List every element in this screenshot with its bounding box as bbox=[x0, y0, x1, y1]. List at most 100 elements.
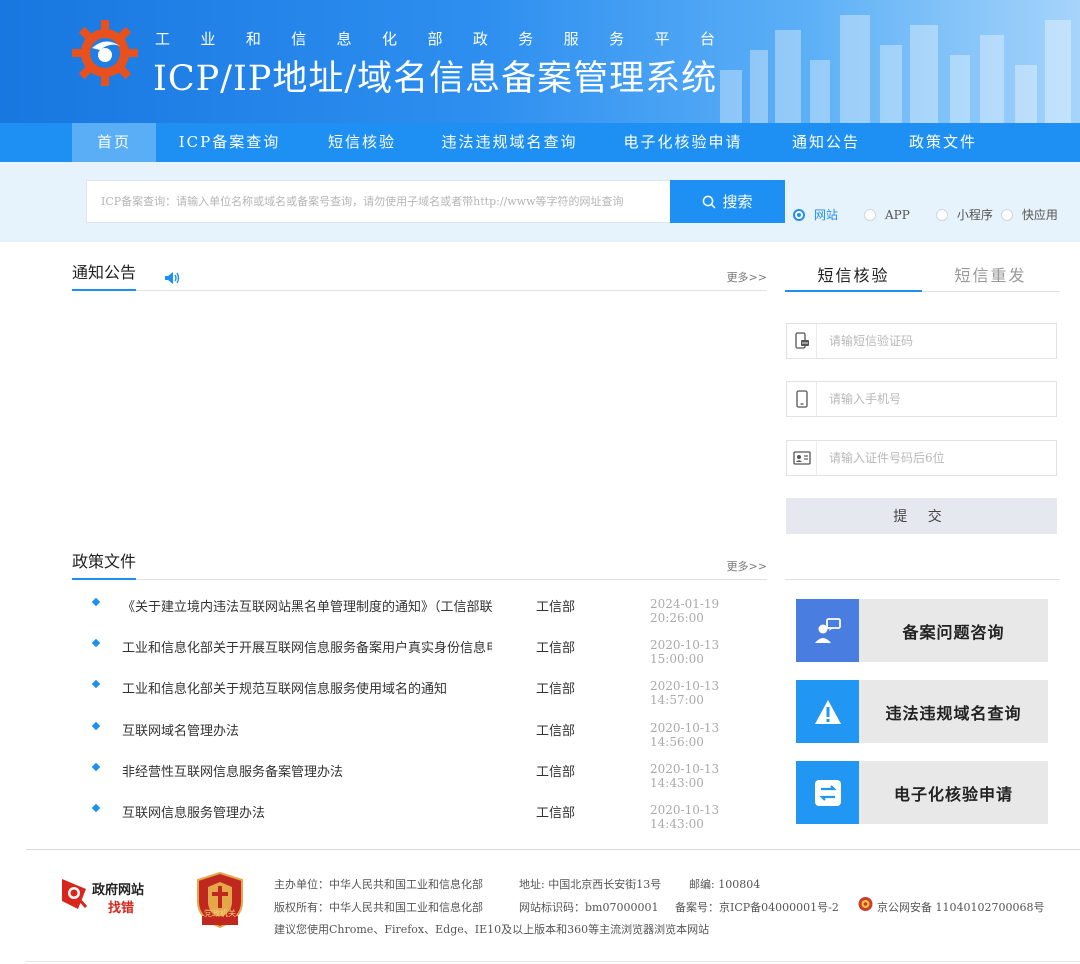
police-emblem-icon bbox=[858, 897, 873, 911]
nav-notices[interactable]: 通知公告 bbox=[782, 123, 870, 162]
phone-field bbox=[786, 381, 1057, 417]
footer-address: 地址: 中国北京西长安街13号 bbox=[519, 878, 662, 891]
subtitle-char: 工 bbox=[155, 30, 171, 48]
policy-more-link[interactable]: 更多>> bbox=[727, 558, 767, 574]
search-type-radios: 网站 APP 小程序 快应用 bbox=[793, 206, 1066, 223]
footer-postcode: 邮编: 100804 bbox=[689, 878, 761, 891]
diamond-bullet-icon bbox=[91, 803, 101, 813]
quick-link-illegal-domain[interactable]: 违法违规域名查询 bbox=[796, 680, 1048, 743]
party-gov-badge-icon[interactable] bbox=[196, 872, 244, 928]
radio-dot-icon bbox=[864, 208, 877, 221]
phone-input[interactable] bbox=[817, 382, 1056, 416]
header-subtitle: 工业和信息化部政务服务平台 bbox=[155, 28, 715, 49]
policy-dept: 工信部 bbox=[536, 682, 576, 698]
sms-code-icon bbox=[787, 324, 817, 358]
radio-dot-icon bbox=[1000, 208, 1013, 221]
policy-row: 非经营性互联网信息服务备案管理办法 工信部 2020-10-13 14:43:0… bbox=[72, 749, 767, 790]
policy-row: 互联网域名管理办法 工信部 2020-10-13 14:56:00 bbox=[72, 708, 767, 749]
quick-link-consult-label: 备案问题咨询 bbox=[902, 622, 1005, 642]
search-button-label: 搜索 bbox=[722, 193, 753, 211]
sms-code-input[interactable] bbox=[817, 324, 1056, 358]
sms-code-field bbox=[786, 323, 1057, 359]
radio-mini-program[interactable]: 小程序 bbox=[935, 206, 993, 223]
submit-button[interactable]: 提 交 bbox=[786, 498, 1057, 534]
consult-icon bbox=[796, 599, 859, 662]
policy-date: 2020-10-13 14:57:00 bbox=[650, 679, 720, 708]
search-button[interactable]: 搜索 bbox=[670, 180, 785, 223]
diamond-bullet-icon bbox=[91, 638, 101, 648]
policy-title-link[interactable]: 工业和信息化部关于规范互联网信息服务使用域名的通知 bbox=[122, 678, 492, 697]
policy-title-link[interactable]: 互联网域名管理办法 bbox=[122, 720, 492, 739]
notice-section-title: 通知公告 bbox=[72, 259, 137, 291]
nav-home[interactable]: 首页 bbox=[72, 123, 156, 162]
footer-host: 主办单位：中华人民共和国工业和信息化部 bbox=[274, 878, 483, 891]
id-number-input[interactable] bbox=[817, 441, 1056, 475]
speaker-icon bbox=[165, 272, 180, 284]
footer-browser-tip: 建议您使用Chrome、Firefox、Edge、IE10及以上版本和360等主… bbox=[274, 923, 710, 936]
subtitle-char: 务 bbox=[609, 30, 625, 48]
diamond-bullet-icon bbox=[91, 721, 101, 730]
radio-app[interactable]: APP bbox=[864, 208, 910, 222]
radio-quick-app[interactable]: 快应用 bbox=[1000, 206, 1058, 223]
search-band: 搜索 网站 APP 小程序 快应用 bbox=[0, 162, 1080, 242]
subtitle-char: 平 bbox=[654, 30, 670, 48]
quick-link-e-verify-label: 电子化核验申请 bbox=[893, 784, 1013, 804]
radio-dot-icon bbox=[793, 208, 805, 221]
notice-more-link[interactable]: 更多>> bbox=[727, 269, 767, 285]
party-gov-badge-label: 党政机关 bbox=[204, 909, 236, 918]
quick-link-illegal-domain-label: 违法违规域名查询 bbox=[885, 703, 1022, 723]
policy-dept: 工信部 bbox=[536, 723, 576, 739]
diamond-bullet-icon bbox=[91, 762, 101, 771]
nav-policy[interactable]: 政策文件 bbox=[899, 123, 987, 162]
nav-e-verify-apply[interactable]: 电子化核验申请 bbox=[618, 123, 748, 162]
id-card-icon bbox=[787, 441, 817, 475]
policy-title-link[interactable]: 《关于建立境内违法互联网站黑名单管理制度的通知》（工信部联 bbox=[122, 596, 492, 615]
radio-mini-program-label: 小程序 bbox=[956, 208, 993, 222]
policy-row: 工业和信息化部关于开展互联网信息服务备案用户真实身份信息电 工信部 2020-1… bbox=[72, 625, 767, 666]
radio-app-label: APP bbox=[885, 207, 910, 222]
policy-date: 2020-10-13 14:43:00 bbox=[650, 802, 720, 831]
policy-row: 《关于建立境内违法互联网站黑名单管理制度的通知》（工信部联 工信部 2024-0… bbox=[72, 584, 767, 625]
search-box bbox=[86, 180, 671, 223]
subtitle-char: 息 bbox=[336, 30, 352, 48]
footer-police-link[interactable]: 京公网安备 11040102700068号 bbox=[877, 899, 1044, 915]
radio-dot-icon bbox=[935, 208, 948, 221]
policy-date: 2020-10-13 15:00:00 bbox=[650, 638, 720, 667]
warning-icon bbox=[796, 680, 859, 743]
header-banner: 工 业 和 信 息 化 部 政 务 服 务 平 台 ICP/IP地址/域名信息备案管理系统 bbox=[0, 0, 1080, 123]
tab-sms-resend[interactable]: 短信重发 bbox=[922, 262, 1059, 292]
footer-icp-link[interactable]: 备案号：京ICP备04000001号-2 bbox=[675, 899, 839, 915]
quick-link-e-verify[interactable]: 电子化核验申请 bbox=[796, 761, 1048, 824]
system-title: ICP/IP地址/域名信息备案管理系统 bbox=[153, 59, 718, 99]
policy-date: 2020-10-13 14:56:00 bbox=[650, 720, 720, 749]
radio-website[interactable]: 网站 bbox=[793, 206, 838, 223]
nav-sms-verify[interactable]: 短信核验 bbox=[318, 123, 406, 162]
diamond-bullet-icon bbox=[91, 597, 101, 607]
policy-section-title: 政策文件 bbox=[72, 548, 137, 580]
policy-title-link[interactable]: 互联网信息服务管理办法 bbox=[122, 802, 492, 821]
nav-icp-query[interactable]: ICP备案查询 bbox=[172, 123, 287, 162]
policy-dept: 工信部 bbox=[536, 641, 576, 657]
nav-illegal-domain-query[interactable]: 违法违规域名查询 bbox=[437, 123, 582, 162]
diamond-bullet-icon bbox=[91, 680, 101, 689]
policy-title-link[interactable]: 工业和信息化部关于开展互联网信息服务备案用户真实身份信息电 bbox=[122, 637, 492, 656]
skyline-decoration bbox=[720, 15, 1071, 123]
policy-row: 互联网信息服务管理办法 工信部 2020-10-13 14:43:00 bbox=[72, 790, 767, 831]
subtitle-char: 服 bbox=[563, 30, 579, 48]
tab-sms-verify[interactable]: 短信核验 bbox=[785, 262, 922, 292]
quick-link-consult[interactable]: 备案问题咨询 bbox=[796, 599, 1048, 662]
notice-section-header: 通知公告 更多>> bbox=[72, 261, 767, 291]
main-nav: 首页 ICP备案查询 短信核验 违法违规域名查询 电子化核验申请 通知公告 政策… bbox=[0, 123, 1080, 162]
subtitle-char: 信 bbox=[291, 30, 307, 48]
policy-date: 2024-01-19 20:26:00 bbox=[650, 597, 720, 625]
subtitle-char: 化 bbox=[382, 30, 398, 48]
exchange-icon bbox=[796, 761, 859, 824]
subtitle-char: 业 bbox=[200, 30, 216, 48]
policy-list: 《关于建立境内违法互联网站黑名单管理制度的通知》（工信部联 工信部 2024-0… bbox=[72, 584, 767, 831]
subtitle-char: 台 bbox=[699, 30, 715, 48]
policy-title-link[interactable]: 非经营性互联网信息服务备案管理办法 bbox=[122, 761, 492, 780]
search-input[interactable] bbox=[87, 181, 671, 222]
side-divider bbox=[785, 579, 1060, 580]
id-number-field bbox=[786, 440, 1057, 476]
phone-icon bbox=[787, 382, 817, 416]
